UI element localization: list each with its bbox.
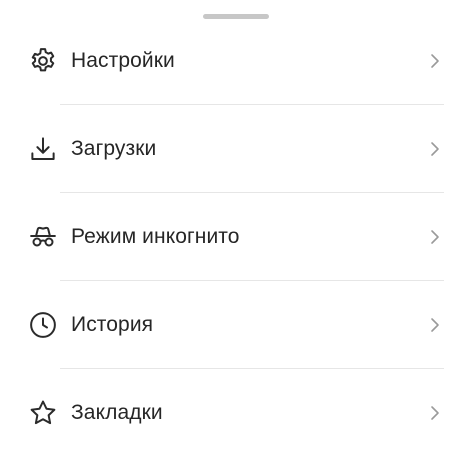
menu-item-label: История <box>71 313 154 336</box>
menu-item-bookmarks[interactable]: Закладки <box>0 369 472 457</box>
menu-item-label: Закладки <box>71 401 163 424</box>
chevron-right-icon <box>428 404 442 422</box>
chevron-right-icon <box>428 316 442 334</box>
gear-icon <box>28 46 58 76</box>
menu-item-settings[interactable]: Настройки <box>0 17 472 105</box>
menu-item-label: Настройки <box>71 49 175 72</box>
chevron-right-icon <box>428 140 442 158</box>
bottom-sheet: Настройки Загрузки Режим инкогнито Истор… <box>0 0 472 474</box>
menu-item-incognito[interactable]: Режим инкогнито <box>0 193 472 281</box>
menu-item-history[interactable]: История <box>0 281 472 369</box>
menu-list: Настройки Загрузки Режим инкогнито Истор… <box>0 17 472 457</box>
clock-icon <box>28 310 58 340</box>
download-icon <box>28 134 58 164</box>
menu-item-label: Режим инкогнито <box>71 225 240 248</box>
menu-item-downloads[interactable]: Загрузки <box>0 105 472 193</box>
menu-item-label: Загрузки <box>71 137 157 160</box>
chevron-right-icon <box>428 52 442 70</box>
incognito-icon <box>28 222 58 252</box>
star-icon <box>28 398 58 428</box>
chevron-right-icon <box>428 228 442 246</box>
